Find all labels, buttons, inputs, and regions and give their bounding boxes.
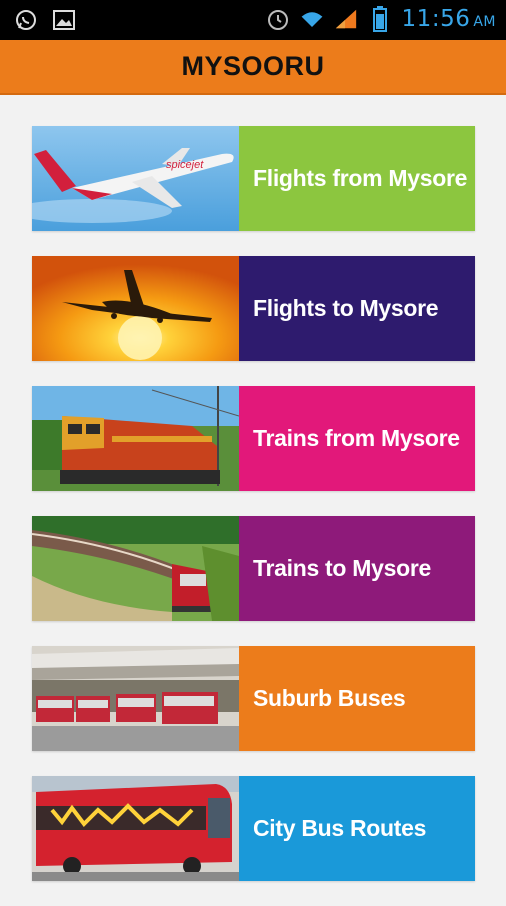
app-bar: MYSOORU	[0, 40, 506, 95]
clock-time: 11:56	[401, 6, 471, 32]
menu-item-label: Trains from Mysore	[239, 386, 475, 491]
signal-icon	[334, 7, 358, 31]
wifi-icon	[300, 7, 324, 31]
menu-item-city-bus-routes[interactable]: City Bus Routes	[32, 776, 475, 881]
clock-ampm: AM	[473, 14, 496, 30]
airplane-takeoff-photo: spicejet	[32, 126, 239, 231]
alarm-icon	[266, 7, 290, 31]
clock: 11:56 AM	[402, 6, 496, 32]
menu-item-suburb-buses[interactable]: Suburb Buses	[32, 646, 475, 751]
bus-station-photo	[32, 646, 239, 751]
whatsapp-icon	[14, 8, 38, 32]
menu-item-label: Trains to Mysore	[239, 516, 475, 621]
svg-text:spicejet: spicejet	[166, 159, 204, 171]
city-bus-photo	[32, 776, 239, 881]
menu-item-label: City Bus Routes	[239, 776, 475, 881]
menu-item-label: Flights to Mysore	[239, 256, 475, 361]
page-title: MYSOORU	[181, 51, 325, 81]
menu-item-flights-from-mysore[interactable]: spicejet Flights from Mysore	[32, 126, 475, 231]
locomotive-photo	[32, 386, 239, 491]
airplane-sunset-photo	[32, 256, 239, 361]
menu-item-trains-to-mysore[interactable]: Trains to Mysore	[32, 516, 475, 621]
gallery-icon	[52, 8, 76, 32]
menu-item-label: Suburb Buses	[239, 646, 475, 751]
menu-item-flights-to-mysore[interactable]: Flights to Mysore	[32, 256, 475, 361]
status-bar: 11:56 AM	[0, 0, 506, 40]
battery-icon	[368, 6, 392, 32]
menu-item-label: Flights from Mysore	[239, 126, 475, 231]
menu-list: spicejet Flights from Mysore Flights to …	[32, 126, 475, 906]
train-curve-photo	[32, 516, 239, 621]
menu-item-trains-from-mysore[interactable]: Trains from Mysore	[32, 386, 475, 491]
